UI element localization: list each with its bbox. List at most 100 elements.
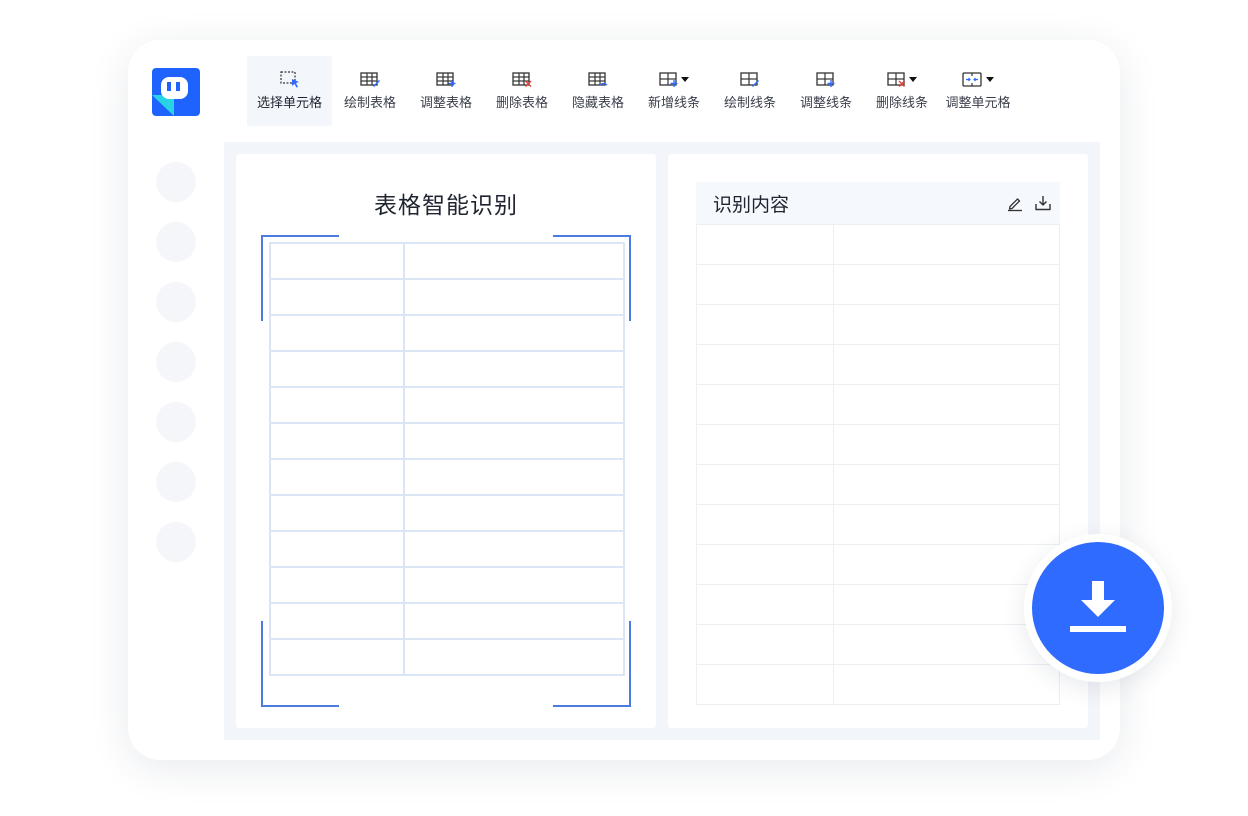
app-window: 选择单元格 绘制表格 调整表格 删除表格 隐藏表格 新增线条 绘制线条 调整线条… (128, 40, 1120, 760)
table-cell[interactable] (833, 624, 1060, 665)
table-cell[interactable] (269, 386, 405, 424)
tool-label: 隐藏表格 (571, 96, 624, 111)
table-cell[interactable] (696, 384, 834, 425)
table-cell[interactable] (696, 424, 834, 465)
table-cell[interactable] (269, 350, 405, 388)
draw-line-icon (739, 69, 761, 89)
result-title: 识别内容 (713, 193, 790, 216)
table-cell[interactable] (833, 344, 1060, 385)
table-cell[interactable] (833, 384, 1060, 425)
table-cell[interactable] (833, 304, 1060, 345)
table-cell[interactable] (696, 344, 834, 385)
table-cell[interactable] (696, 224, 834, 265)
select-cell-icon (279, 69, 301, 89)
table-cell[interactable] (403, 314, 625, 352)
table-row (696, 464, 1060, 505)
table-cell[interactable] (696, 504, 834, 545)
table-cell[interactable] (269, 458, 405, 496)
tool-delete-table[interactable]: 删除表格 (484, 56, 560, 126)
table-cell[interactable] (833, 664, 1060, 705)
table-row (696, 344, 1060, 385)
tool-select-cell[interactable]: 选择单元格 (247, 56, 332, 126)
table-row (269, 602, 625, 640)
table-cell[interactable] (833, 424, 1060, 465)
table-row (696, 264, 1060, 305)
table-row (269, 638, 625, 676)
table-cell[interactable] (833, 504, 1060, 545)
table-cell[interactable] (269, 314, 405, 352)
table-cell[interactable] (403, 602, 625, 640)
scan-frame[interactable] (261, 235, 631, 707)
tool-adjust-line[interactable]: 调整线条 (788, 56, 864, 126)
table-cell[interactable] (403, 242, 625, 280)
sidebar-item[interactable] (156, 222, 196, 262)
table-cell[interactable] (403, 278, 625, 316)
table-row (696, 624, 1060, 665)
tool-label: 删除表格 (495, 96, 548, 111)
table-cell[interactable] (269, 602, 405, 640)
tool-label: 绘制线条 (723, 96, 776, 111)
source-table[interactable] (269, 242, 625, 676)
adjust-line-icon (815, 69, 837, 89)
edit-icon[interactable] (1004, 192, 1026, 214)
table-row (269, 422, 625, 460)
table-cell[interactable] (833, 544, 1060, 585)
sidebar-item[interactable] (156, 462, 196, 502)
table-cell[interactable] (269, 566, 405, 604)
sidebar-item[interactable] (156, 282, 196, 322)
table-cell[interactable] (403, 422, 625, 460)
table-cell[interactable] (403, 458, 625, 496)
download-icon[interactable] (1032, 192, 1054, 214)
sidebar-item[interactable] (156, 522, 196, 562)
table-cell[interactable] (696, 584, 834, 625)
table-cell[interactable] (833, 264, 1060, 305)
download-button[interactable] (1032, 542, 1164, 674)
draw-table-icon (359, 69, 381, 89)
tool-hide-table[interactable]: 隐藏表格 (560, 56, 636, 126)
table-cell[interactable] (696, 664, 834, 705)
delete-line-icon (886, 69, 918, 89)
table-row (269, 278, 625, 316)
table-cell[interactable] (269, 242, 405, 280)
sidebar-item[interactable] (156, 342, 196, 382)
table-cell[interactable] (403, 350, 625, 388)
table-cell[interactable] (269, 530, 405, 568)
tool-label: 新增线条 (647, 96, 700, 111)
result-header: 识别内容 (696, 182, 1060, 224)
table-cell[interactable] (833, 224, 1060, 265)
tool-adjust-cell[interactable]: 调整单元格 (940, 56, 1016, 126)
work-area: 表格智能识别 识别内容 (224, 142, 1100, 740)
table-row (696, 304, 1060, 345)
table-cell[interactable] (269, 494, 405, 532)
stage: 选择单元格 绘制表格 调整表格 删除表格 隐藏表格 新增线条 绘制线条 调整线条… (0, 0, 1248, 816)
tool-label: 绘制表格 (343, 96, 396, 111)
table-cell[interactable] (403, 638, 625, 676)
tool-draw-table[interactable]: 绘制表格 (332, 56, 408, 126)
adjust-table-icon (435, 69, 457, 89)
table-cell[interactable] (696, 544, 834, 585)
table-cell[interactable] (269, 422, 405, 460)
table-cell[interactable] (403, 386, 625, 424)
table-cell[interactable] (403, 530, 625, 568)
result-table (696, 224, 1060, 705)
tool-add-line[interactable]: 新增线条 (636, 56, 712, 126)
tool-delete-line[interactable]: 删除线条 (864, 56, 940, 126)
sidebar-item[interactable] (156, 162, 196, 202)
table-cell[interactable] (403, 494, 625, 532)
table-cell[interactable] (696, 304, 834, 345)
table-cell[interactable] (696, 264, 834, 305)
table-cell[interactable] (696, 624, 834, 665)
table-cell[interactable] (833, 464, 1060, 505)
table-row (696, 664, 1060, 705)
tool-draw-line[interactable]: 绘制线条 (712, 56, 788, 126)
table-cell[interactable] (696, 464, 834, 505)
table-row (696, 504, 1060, 545)
sidebar-item[interactable] (156, 402, 196, 442)
table-cell[interactable] (269, 278, 405, 316)
table-row (696, 544, 1060, 585)
table-row (269, 494, 625, 532)
tool-adjust-table[interactable]: 调整表格 (408, 56, 484, 126)
table-cell[interactable] (403, 566, 625, 604)
result-panel: 识别内容 (668, 154, 1088, 728)
table-cell[interactable] (269, 638, 405, 676)
